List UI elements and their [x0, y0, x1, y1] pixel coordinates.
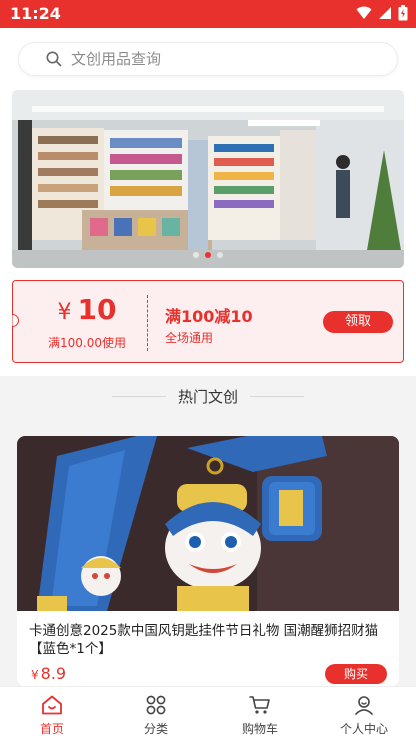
- cart-icon: [249, 695, 270, 714]
- status-icons: [356, 5, 408, 21]
- coupon-amount-value: 10: [77, 293, 117, 326]
- coupon-divider: [147, 295, 148, 351]
- banner-dot-active[interactable]: [205, 252, 211, 258]
- coupon-condition: 满100.00使用: [48, 336, 126, 350]
- product-currency: ¥: [31, 668, 39, 682]
- claim-coupon-button[interactable]: 领取: [323, 311, 393, 333]
- tab-label: 个人中心: [339, 721, 388, 736]
- buy-button[interactable]: 购买: [325, 664, 387, 684]
- tab-label: 购物车: [241, 721, 278, 736]
- section-divider-right: [250, 395, 304, 397]
- coupon-value: ¥10 满100.00使用: [27, 291, 147, 351]
- banner-dot[interactable]: [193, 252, 199, 258]
- section-divider-left: [111, 395, 166, 397]
- tab-label: 首页: [39, 721, 64, 736]
- coupon-amount: ¥10: [27, 291, 147, 332]
- product-image: [17, 436, 399, 611]
- coupon-currency: ¥: [57, 300, 72, 325]
- coupon-card: ¥10 满100.00使用 满100减10 全场通用 领取: [12, 280, 404, 363]
- search-input[interactable]: [71, 50, 371, 68]
- home-icon: [42, 695, 62, 714]
- search-bar[interactable]: [18, 42, 398, 76]
- wifi-icon: [356, 6, 372, 19]
- section-title: 热门文创: [177, 387, 238, 406]
- status-time: 11:24: [10, 4, 61, 23]
- coupon-notch: [12, 314, 19, 327]
- coupon-scope: 全场通用: [165, 331, 214, 345]
- status-bar: 11:24: [0, 0, 416, 28]
- bottom-tab-bar: 首页 分类 购物车 个人中心: [0, 686, 416, 740]
- tab-profile[interactable]: 个人中心: [312, 687, 416, 740]
- product-name: 卡通创意2025款中国风钥匙挂件节日礼物 国潮醒狮招财猫【蓝色*1个】: [29, 623, 379, 657]
- signal-icon: [379, 7, 391, 19]
- banner-carousel[interactable]: [12, 90, 404, 268]
- product-price: ¥8.9: [31, 664, 66, 683]
- section-header: 热门文创: [0, 383, 416, 409]
- tab-label: 分类: [143, 721, 168, 736]
- tab-home[interactable]: 首页: [0, 687, 104, 740]
- product-card[interactable]: 卡通创意2025款中国风钥匙挂件节日礼物 国潮醒狮招财猫【蓝色*1个】 ¥8.9…: [17, 436, 399, 686]
- profile-icon: [355, 695, 373, 715]
- battery-icon: [398, 5, 408, 21]
- category-icon: [146, 695, 166, 714]
- coupon-title: 满100减10: [165, 307, 253, 326]
- banner-indicator: [12, 252, 404, 258]
- banner-dot[interactable]: [217, 252, 223, 258]
- top-area: ¥10 满100.00使用 满100减10 全场通用 领取: [0, 28, 416, 376]
- tab-category[interactable]: 分类: [104, 687, 208, 740]
- search-icon: [46, 51, 62, 67]
- product-price-value: 8.9: [40, 664, 67, 683]
- banner-store-image: [12, 90, 404, 268]
- tab-cart[interactable]: 购物车: [208, 687, 312, 740]
